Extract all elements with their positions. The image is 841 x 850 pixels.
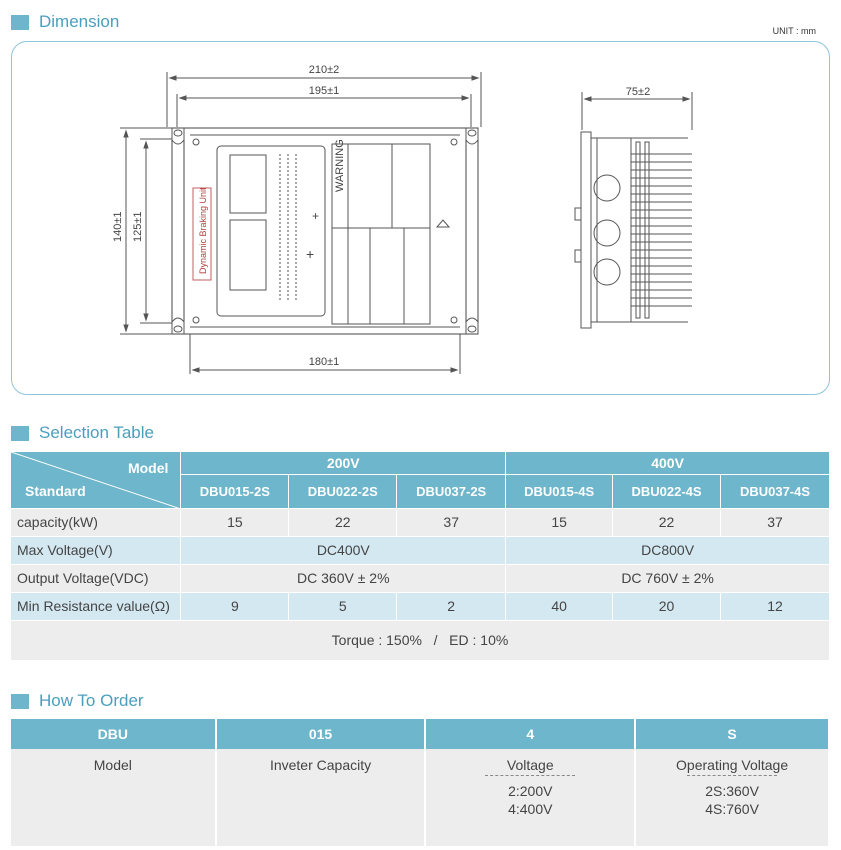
width-195-label: 195±1 xyxy=(309,85,340,97)
order-description: Model xyxy=(93,757,132,773)
operating-voltage-option: 4S:760V xyxy=(705,801,759,817)
order-title: How To Order xyxy=(39,691,144,710)
group-200v-header: 200V xyxy=(180,452,507,475)
voltage-option: 2:200V xyxy=(508,783,553,799)
svg-text:+: + xyxy=(312,209,319,223)
table-row-min-resistance: Min Resistance value(Ω) 9 5 2 40 20 12 xyxy=(11,592,830,621)
selection-title: Selection Table xyxy=(39,423,154,442)
table-cell: 2 xyxy=(396,592,507,621)
selection-heading: Selection Table xyxy=(11,422,154,444)
dimension-drawing-panel: 210±2 195±1 Dynamic Braking Unit + + WAR… xyxy=(11,41,830,395)
order-heading: How To Order xyxy=(11,690,144,712)
table-cell: DC800V xyxy=(505,536,830,565)
order-description: Inveter Capacity xyxy=(269,757,372,773)
svg-text:+: + xyxy=(306,246,314,262)
torque-note: Torque : 150% / ED : 10% xyxy=(11,620,830,661)
model-header: DBU015-4S xyxy=(505,474,614,509)
table-cell: 40 xyxy=(505,592,614,621)
heatsink-fins xyxy=(631,141,692,319)
table-cell: DC 760V ± 2% xyxy=(505,564,830,593)
table-cell: 37 xyxy=(720,508,830,537)
row-label: Min Resistance value(Ω) xyxy=(11,592,182,621)
corner-model-label: Model xyxy=(127,460,169,476)
unit-label: UNIT : mm xyxy=(772,26,816,36)
section-marker-icon xyxy=(11,693,29,709)
table-cell: 15 xyxy=(180,508,290,537)
model-header: DBU037-2S xyxy=(396,474,507,509)
order-code-header: 4 xyxy=(425,719,637,749)
order-cell-voltage: Voltage 2:200V 4:400V xyxy=(425,749,637,846)
row-label: Max Voltage(V) xyxy=(11,536,182,565)
table-cell: DC 360V ± 2% xyxy=(180,564,507,593)
order-description: Voltage xyxy=(506,757,554,773)
table-cell: 22 xyxy=(288,508,398,537)
table-cell: 12 xyxy=(720,592,830,621)
table-cell: 20 xyxy=(612,592,721,621)
table-cell: 37 xyxy=(396,508,507,537)
dashed-divider xyxy=(687,775,778,776)
table-row-max-voltage: Max Voltage(V) DC400V DC800V xyxy=(11,536,830,565)
table-cell: 9 xyxy=(180,592,290,621)
dimension-title: Dimension xyxy=(39,12,120,31)
table-row-torque: Torque : 150% / ED : 10% xyxy=(11,620,830,661)
order-description: Operating Voltage xyxy=(676,757,789,773)
section-marker-icon xyxy=(11,425,29,441)
operating-voltage-option: 2S:360V xyxy=(705,783,759,799)
table-cell: 5 xyxy=(288,592,398,621)
unit-name-label: Dynamic Braking Unit xyxy=(198,187,208,274)
dimension-heading: Dimension xyxy=(11,11,119,33)
height-140-label: 140±1 xyxy=(112,211,124,242)
dashed-divider xyxy=(485,775,576,776)
model-header: DBU022-2S xyxy=(288,474,398,509)
table-cell: DC400V xyxy=(180,536,507,565)
warning-label: WARNING xyxy=(334,139,346,192)
order-code-header: DBU xyxy=(11,719,217,749)
order-code-header: 015 xyxy=(215,719,427,749)
row-label: capacity(kW) xyxy=(11,508,182,537)
table-cell: 22 xyxy=(612,508,721,537)
order-cell-operating-voltage: Operating Voltage 2S:360V 4S:760V xyxy=(635,749,830,846)
selection-table: Model Standard 200V 400V DBU015-2S DBU02… xyxy=(11,452,830,661)
table-row-capacity: capacity(kW) 15 22 37 15 22 37 xyxy=(11,508,830,537)
width-210-label: 210±2 xyxy=(309,64,340,76)
depth-75-label: 75±2 xyxy=(626,86,650,98)
order-code-header: S xyxy=(635,719,830,749)
group-400v-header: 400V xyxy=(505,452,830,475)
voltage-option: 4:400V xyxy=(508,801,553,817)
section-marker-icon xyxy=(11,14,29,30)
model-header: DBU015-2S xyxy=(180,474,290,509)
row-label: Output Voltage(VDC) xyxy=(11,564,182,593)
order-cell-model: Model xyxy=(11,749,217,846)
table-cell: 15 xyxy=(505,508,614,537)
model-header: DBU037-4S xyxy=(720,474,830,509)
table-corner-header: Model Standard xyxy=(11,452,182,509)
order-cell-capacity: Inveter Capacity xyxy=(215,749,427,846)
model-header: DBU022-4S xyxy=(612,474,721,509)
order-table: DBU 015 4 S Model Inveter Capacity Volta… xyxy=(11,719,830,846)
height-125-label: 125±1 xyxy=(132,211,144,242)
width-180-label: 180±1 xyxy=(309,356,340,368)
table-row-output-voltage: Output Voltage(VDC) DC 360V ± 2% DC 760V… xyxy=(11,564,830,593)
dimension-drawing: 210±2 195±1 Dynamic Braking Unit + + WAR… xyxy=(112,64,693,374)
corner-standard-label: Standard xyxy=(25,482,86,499)
